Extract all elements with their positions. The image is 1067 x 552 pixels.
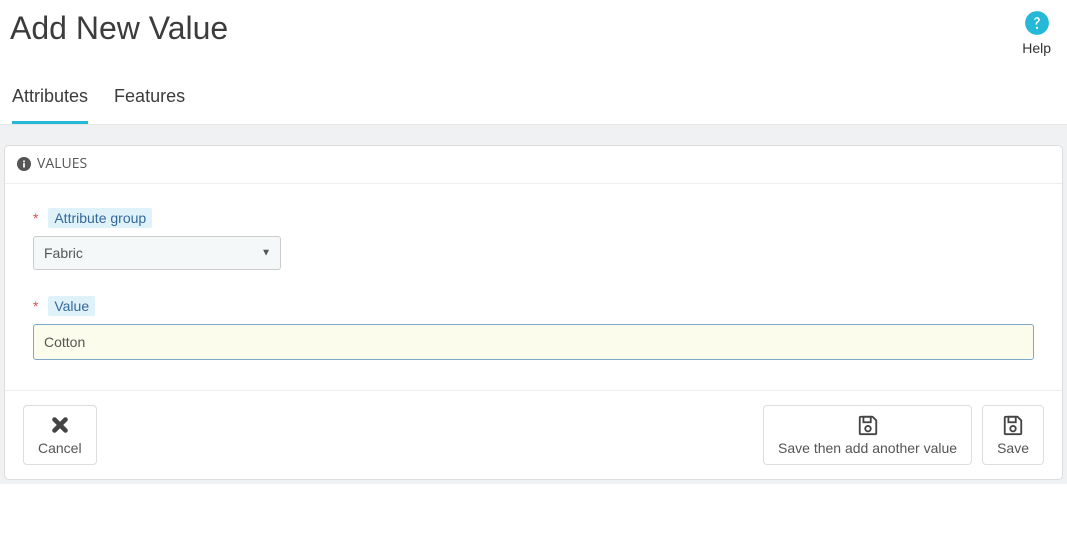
save-button[interactable]: Save — [982, 405, 1044, 465]
save-icon — [1002, 414, 1024, 436]
required-indicator: * — [33, 298, 38, 314]
tab-attributes[interactable]: Attributes — [12, 86, 88, 124]
required-indicator: * — [33, 210, 38, 226]
panel-heading-text: VALUES — [37, 154, 87, 173]
value-label: Value — [48, 296, 95, 316]
values-panel: VALUES * Attribute group Fabric ▼ * Va — [4, 145, 1063, 480]
help-icon — [1024, 10, 1050, 36]
attribute-group-select[interactable]: Fabric — [33, 236, 281, 270]
panel-heading: VALUES — [5, 146, 1062, 184]
save-button-label: Save — [997, 440, 1029, 456]
save-add-another-label: Save then add another value — [778, 440, 957, 456]
close-icon — [49, 414, 71, 436]
tab-features[interactable]: Features — [114, 86, 185, 124]
attribute-group-label: Attribute group — [48, 208, 152, 228]
help-label: Help — [1022, 40, 1051, 56]
tabs: Attributes Features — [0, 56, 1067, 125]
cancel-button[interactable]: Cancel — [23, 405, 97, 465]
page-title: Add New Value — [10, 10, 228, 47]
info-icon — [17, 157, 31, 171]
help-button[interactable]: Help — [1022, 10, 1051, 56]
cancel-button-label: Cancel — [38, 440, 82, 456]
value-input[interactable] — [33, 324, 1034, 360]
save-add-another-button[interactable]: Save then add another value — [763, 405, 972, 465]
save-icon — [857, 414, 879, 436]
